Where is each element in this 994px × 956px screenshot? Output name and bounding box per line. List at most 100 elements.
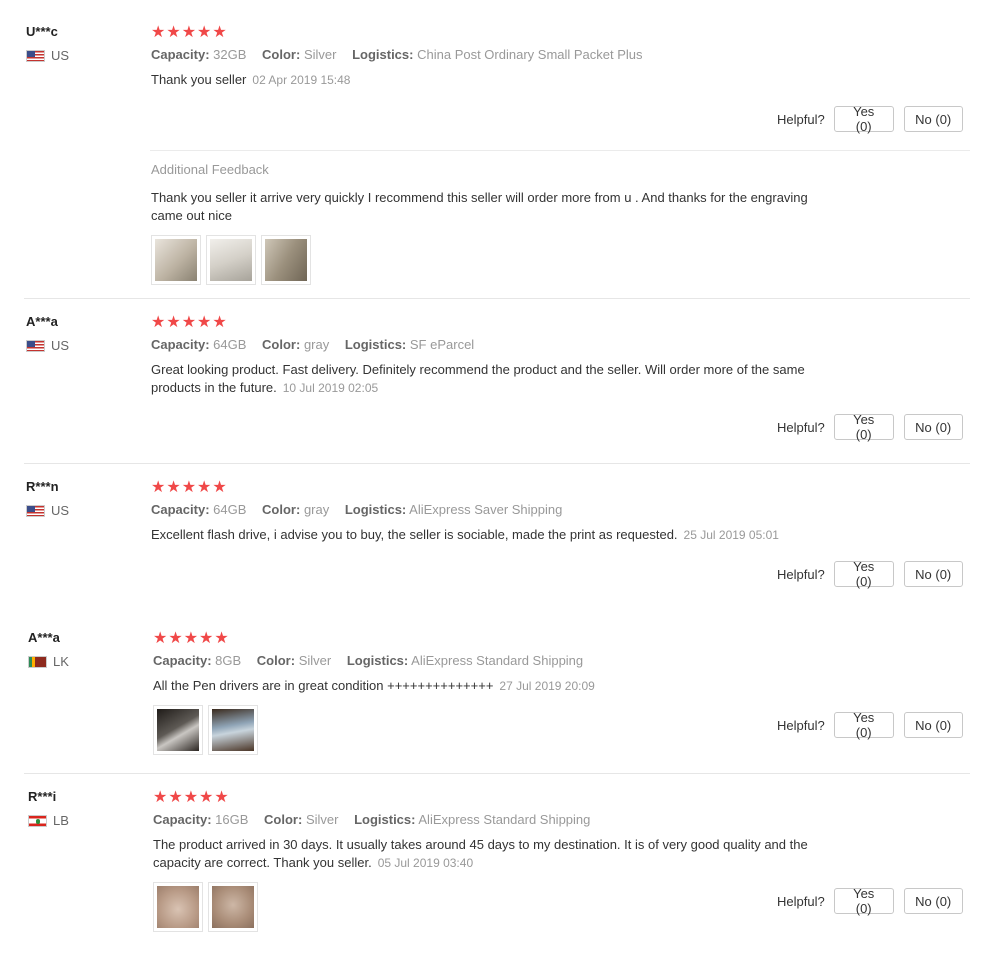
helpful-label: Helpful? — [777, 566, 825, 582]
review-body: All the Pen drivers are in great conditi… — [153, 678, 494, 693]
review-text: Great looking product. Fast delivery. De… — [151, 361, 851, 397]
helpful-no-button[interactable]: No (0) — [903, 106, 963, 132]
reviewer-info: A***a LK — [28, 630, 69, 669]
reviewer-country: US — [26, 503, 69, 518]
review-attributes: Capacity: 8GB Color: Silver Logistics: A… — [153, 653, 853, 671]
review-text: All the Pen drivers are in great conditi… — [153, 677, 853, 695]
country-code: US — [51, 338, 70, 353]
review-photo-thumbnail[interactable] — [208, 882, 258, 932]
color-label: Color: — [256, 653, 296, 668]
reviewer-name: R***n — [26, 479, 59, 494]
logistics-label: Logistics: — [344, 337, 407, 352]
color-value: gray — [303, 502, 330, 517]
capacity-value: 8GB — [215, 653, 242, 668]
helpful-label: Helpful? — [777, 717, 825, 733]
star-rating: ★★★★★ — [151, 314, 228, 331]
color-label: Color: — [262, 47, 301, 62]
logistics-value: SF eParcel — [409, 337, 475, 352]
color-label: Color: — [262, 337, 301, 352]
helpful-yes-button[interactable]: Yes (0) — [833, 886, 894, 916]
review-body: Thank you seller — [151, 72, 247, 87]
review-content: ★★★★★ Capacity: 64GB Color: gray Logisti… — [151, 478, 851, 544]
review-divider — [24, 463, 970, 464]
capacity-value: 32GB — [213, 47, 247, 62]
helpful-no-button[interactable]: No (0) — [903, 888, 963, 914]
review-photos — [153, 705, 263, 755]
review-attributes: Capacity: 64GB Color: gray Logistics: SF… — [151, 337, 851, 355]
us-flag-icon — [26, 339, 45, 352]
reviewer-name: R***i — [28, 789, 57, 804]
helpful-no-button[interactable]: No (0) — [903, 712, 963, 738]
star-rating: ★★★★★ — [151, 24, 228, 41]
review-content: ★★★★★ Capacity: 32GB Color: Silver Logis… — [151, 23, 851, 89]
review-text: Thank you seller 02 Apr 2019 15:48 — [151, 71, 851, 89]
capacity-value: 64GB — [213, 502, 247, 517]
helpful-no-button[interactable]: No (0) — [903, 561, 963, 587]
color-label: Color: — [262, 502, 301, 517]
reviewer-country: US — [26, 48, 69, 63]
lk-flag-icon — [28, 655, 47, 668]
reviewer-name: A***a — [26, 314, 58, 329]
star-rating: ★★★★★ — [153, 630, 230, 647]
us-flag-icon — [26, 49, 45, 62]
star-rating: ★★★★★ — [151, 479, 228, 496]
color-value: gray — [303, 337, 330, 352]
country-code: US — [51, 503, 70, 518]
reviewer-name: A***a — [28, 630, 60, 645]
helpful-votes: Helpful? Yes (0) No (0) — [777, 886, 963, 916]
helpful-votes: Helpful? Yes (0) No (0) — [777, 412, 963, 442]
helpful-label: Helpful? — [777, 419, 825, 435]
review-date: 05 Jul 2019 03:40 — [377, 856, 474, 870]
helpful-yes-button[interactable]: Yes (0) — [833, 710, 894, 740]
reviewer-country: LK — [28, 654, 69, 669]
review-body: Excellent flash drive, i advise you to b… — [151, 527, 678, 542]
star-rating: ★★★★★ — [153, 789, 230, 806]
country-code: LB — [53, 813, 69, 828]
helpful-label: Helpful? — [777, 893, 825, 909]
color-label: Color: — [264, 812, 303, 827]
logistics-value: AliExpress Saver Shipping — [409, 502, 563, 517]
review-body: The product arrived in 30 days. It usual… — [153, 837, 808, 870]
helpful-yes-button[interactable]: Yes (0) — [833, 412, 894, 442]
lb-flag-icon — [28, 814, 47, 827]
reviewer-info: R***i LB — [28, 789, 69, 828]
review-attributes: Capacity: 16GB Color: Silver Logistics: … — [153, 812, 853, 830]
color-value: Silver — [298, 653, 332, 668]
capacity-label: Capacity: — [153, 812, 212, 827]
review-photo-thumbnail[interactable] — [208, 705, 258, 755]
capacity-value: 16GB — [215, 812, 249, 827]
review-photo-thumbnail[interactable] — [151, 235, 201, 285]
reviewer-info: U***c US — [26, 24, 69, 63]
review-date: 27 Jul 2019 20:09 — [499, 679, 595, 693]
color-value: Silver — [303, 47, 337, 62]
review-photo-thumbnail[interactable] — [153, 705, 203, 755]
capacity-label: Capacity: — [151, 337, 210, 352]
review-date: 25 Jul 2019 05:01 — [683, 528, 779, 542]
review-divider — [24, 773, 970, 774]
review-content: ★★★★★ Capacity: 64GB Color: gray Logisti… — [151, 313, 851, 397]
helpful-label: Helpful? — [777, 111, 825, 127]
review-photo-thumbnail[interactable] — [153, 882, 203, 932]
additional-feedback-divider — [150, 150, 970, 151]
review-content: ★★★★★ Capacity: 8GB Color: Silver Logist… — [153, 629, 853, 695]
review-photo-thumbnail[interactable] — [206, 235, 256, 285]
review-attributes: Capacity: 32GB Color: Silver Logistics: … — [151, 47, 851, 65]
capacity-label: Capacity: — [151, 47, 210, 62]
review-attributes: Capacity: 64GB Color: gray Logistics: Al… — [151, 502, 851, 520]
logistics-label: Logistics: — [354, 812, 416, 827]
capacity-value: 64GB — [213, 337, 247, 352]
country-code: US — [51, 48, 70, 63]
reviewer-info: A***a US — [26, 314, 69, 353]
capacity-label: Capacity: — [151, 502, 210, 517]
reviewer-country: LB — [28, 813, 69, 828]
capacity-label: Capacity: — [153, 653, 212, 668]
review-content: ★★★★★ Capacity: 16GB Color: Silver Logis… — [153, 788, 853, 872]
reviewer-info: R***n US — [26, 479, 69, 518]
helpful-yes-button[interactable]: Yes (0) — [833, 104, 894, 134]
helpful-no-button[interactable]: No (0) — [903, 414, 963, 440]
helpful-yes-button[interactable]: Yes (0) — [833, 559, 894, 589]
review-photo-thumbnail[interactable] — [261, 235, 311, 285]
reviewer-country: US — [26, 338, 69, 353]
helpful-votes: Helpful? Yes (0) No (0) — [777, 559, 963, 589]
logistics-value: China Post Ordinary Small Packet Plus — [417, 47, 643, 62]
